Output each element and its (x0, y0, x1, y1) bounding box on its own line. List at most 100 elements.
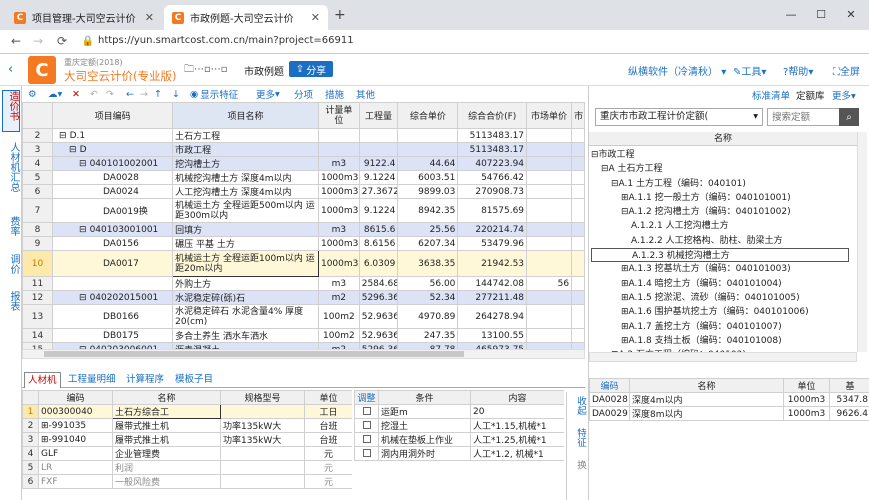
table-row[interactable]: 5 DA0028 机械挖沟槽土方 深度4m以内 1000m3 9.1224 6003.51… (22, 170, 585, 185)
cell-name[interactable]: 水泥稳定碎石 水泥含量4% 厚度20(cm) (172, 304, 319, 329)
table-row[interactable]: 机械在垫板上作业 人工*1.25,机械*1 (354, 432, 564, 447)
arrow-right-icon[interactable]: → (140, 86, 148, 102)
table-row[interactable]: 3 ⊞-991040 履带式推土机 功率135kW大 台班 (22, 432, 352, 447)
tab-calc-program[interactable]: 计算程序 (126, 372, 164, 388)
url-field[interactable]: https://yun.smartcost.com.cn/main?projec… (98, 35, 354, 46)
tree-node[interactable]: ⊞A.1.7 盖挖土方（编码：040101007) (591, 320, 849, 334)
table-row[interactable]: 洞内用洞外时 人工*1.2, 机械*1 (354, 446, 564, 461)
help-menu[interactable]: ?帮助▾ (783, 63, 813, 78)
cell-name[interactable]: 回填方 (172, 222, 319, 237)
col-header-adjust[interactable]: 调整 (354, 390, 379, 405)
tree-toggle-icon[interactable]: ⊟ (79, 159, 87, 169)
cell-name[interactable]: 机械运土方 全程运距500m以内 运距300m以内 (172, 198, 319, 223)
cell-name[interactable]: 企业管理费 (112, 446, 221, 461)
tree-node[interactable]: ⊞A.1.5 挖淤泥、流砂（编码：040101005) (591, 291, 849, 305)
tree-node[interactable]: ⊞A.1.3 挖基坑土方（编码：040101003) (591, 262, 849, 276)
table-row[interactable]: 10 DA0017 机械运土方 全程运距100m以内 运距20m以内 1000m3 6.… (22, 250, 585, 277)
checkbox[interactable] (362, 449, 371, 457)
replace-button[interactable]: 换 (569, 460, 587, 488)
cell-content[interactable]: 人工*1.15,机械*1 (470, 418, 564, 433)
checkbox[interactable] (362, 435, 371, 443)
settings-icon[interactable]: ⚙ (28, 86, 37, 102)
col-header-qty[interactable]: 工程量 (358, 102, 399, 129)
arrow-up-icon[interactable]: ↑ (154, 86, 162, 102)
cell-name[interactable]: 一般风险费 (112, 474, 221, 489)
nav-item-report[interactable]: 报表 (2, 291, 20, 319)
cell-name[interactable]: 市政工程 (172, 142, 319, 157)
new-tab-button[interactable]: + (334, 7, 346, 23)
browser-tab-project-manage[interactable]: C 项目管理-大司空云计价 ✕ (6, 5, 162, 30)
table-row[interactable]: 6 FXF 一般风险费 元 (22, 474, 352, 489)
quota-lib-select[interactable]: 重庆市市政工程计价定额(▾ (595, 108, 763, 126)
col-header-unit[interactable]: 单位 (783, 378, 830, 393)
table-row[interactable]: 3 ⊟ D 市政工程 5113483.17 (22, 142, 585, 157)
cell-content[interactable]: 人工*1.25,机械*1 (470, 432, 564, 447)
col-header-content[interactable]: 内容 (470, 390, 564, 405)
nav-item-cost-book[interactable]: 造价书 (2, 90, 20, 132)
table-row[interactable]: 8 ⊟ 040103001001 回填方 m3 8615.6 25.56 220214.74 (22, 222, 585, 237)
tree-node[interactable]: ⊞A.1.6 围护基坑挖土方（编码：040101006) (591, 305, 849, 319)
redo-icon[interactable]: ↷ (106, 86, 114, 102)
back-arrow-icon[interactable]: ← (8, 33, 24, 49)
table-row[interactable]: DA0028 深度4m以内 1000m3 5347.8 (589, 392, 869, 407)
undo-icon[interactable]: ↶ (90, 86, 98, 102)
cell-name[interactable]: 外购土方 (172, 276, 319, 291)
user-menu[interactable]: 纵横软件（冷清秋） ▾ (628, 63, 726, 78)
tools-menu[interactable]: ✎工具▾ (733, 63, 766, 78)
tree-node[interactable]: A.1.2.1 人工挖沟槽土方 (591, 219, 849, 233)
cell-name[interactable]: 多合土养生 洒水车洒水 (172, 328, 319, 343)
col-header-code[interactable]: 编码 (38, 390, 113, 405)
minimize-button[interactable]: — (776, 4, 806, 24)
table-row[interactable]: 6 DA0024 人工挖沟槽土方 深度4m以内 1000m3 27.3672 9899.0… (22, 184, 585, 199)
cloud-upload-icon[interactable]: ☁▾ (48, 86, 62, 102)
share-button[interactable]: ⇪ 分享 (289, 61, 333, 77)
tree-v-scrollbar[interactable] (857, 132, 867, 352)
window-close-button[interactable]: ✕ (836, 4, 866, 24)
close-icon[interactable]: ✕ (145, 11, 154, 24)
cell-name[interactable]: 土石方综合工 (112, 404, 221, 419)
table-row[interactable]: 5 LR 利润 元 (22, 460, 352, 475)
delete-icon[interactable]: ✕ (72, 86, 80, 102)
tree-toggle-icon[interactable]: ⊟ (69, 145, 77, 155)
table-row[interactable]: 4 ⊟ 040101002001 挖沟槽土方 m3 9122.4 44.64 407223.9… (22, 156, 585, 171)
close-icon[interactable]: ✕ (311, 11, 320, 24)
more-menu[interactable]: 更多 ▾ (256, 86, 280, 102)
cell-name[interactable]: 履带式推土机 (112, 432, 221, 447)
col-header-unit[interactable]: 计量单位 (317, 102, 360, 129)
table-row[interactable]: 挖湿土 人工*1.15,机械*1 (354, 418, 564, 433)
col-header-name[interactable]: 名称 (629, 378, 784, 393)
cell-content[interactable]: 20 (470, 404, 564, 419)
col-header-code[interactable]: 编码 (589, 378, 630, 393)
tree-node[interactable]: A.1.2.2 人工挖格构、肋柱、肋梁土方 (591, 234, 849, 248)
table-row[interactable]: 12 ⊟ 040202015001 水泥稳定碎(砾)石 m2 5296.36 52.34 27… (22, 290, 585, 305)
col-header-name[interactable]: 项目名称 (172, 102, 319, 129)
table-row[interactable]: 13 DB0166 水泥稳定碎石 水泥含量4% 厚度20(cm) 100m2 52.96… (22, 304, 585, 329)
tree-node[interactable]: ⊟A.1 土方工程（编码：040101) (591, 177, 849, 191)
col-header-condition[interactable]: 条件 (378, 390, 471, 405)
cell-name[interactable]: 机械挖沟槽土方 深度4m以内 (172, 170, 319, 185)
cell-name[interactable]: 利润 (112, 460, 221, 475)
fullscreen-button[interactable]: ⛶全屏 (833, 63, 860, 78)
cell-name[interactable]: 人工挖沟槽土方 深度4m以内 (172, 184, 319, 199)
collapse-sidebar-button[interactable]: ‹ (8, 62, 13, 77)
nav-item-rate[interactable]: 费率 (2, 216, 20, 244)
arrow-left-icon[interactable]: ← (126, 86, 134, 102)
reload-icon[interactable]: ⟳ (54, 33, 70, 49)
forward-arrow-icon[interactable]: → (30, 33, 46, 49)
tree-node[interactable]: ⊞A.1.1 挖一般土方（编码：040101001) (591, 191, 849, 205)
cell-name[interactable]: 水泥稳定碎(砾)石 (172, 290, 319, 305)
cell-name[interactable]: 挖沟槽土方 (172, 156, 319, 171)
tab-template-items[interactable]: 模板子目 (175, 372, 213, 388)
tab-other[interactable]: 其他 (356, 86, 375, 102)
tree-toggle-icon[interactable]: ⊟ (79, 225, 87, 235)
tab-measures[interactable]: 措施 (325, 86, 344, 102)
table-row[interactable]: 7 DA0019换 机械运土方 全程运距500m以内 运距300m以内 1000m3 9… (22, 198, 585, 223)
scroll-thumb[interactable] (44, 351, 464, 357)
table-row[interactable]: 2 ⊟ D.1 土石方工程 5113483.17 (22, 128, 585, 143)
tree-node[interactable]: ⊟市政工程 (591, 148, 849, 162)
maximize-button[interactable]: ☐ (806, 4, 836, 24)
arrow-down-icon[interactable]: ↓ (172, 86, 180, 102)
collapse-button[interactable]: 收起 (569, 396, 587, 424)
col-header-unit-price[interactable]: 综合单价 (397, 102, 459, 129)
cell-name[interactable]: 履带式推土机 (112, 418, 221, 433)
